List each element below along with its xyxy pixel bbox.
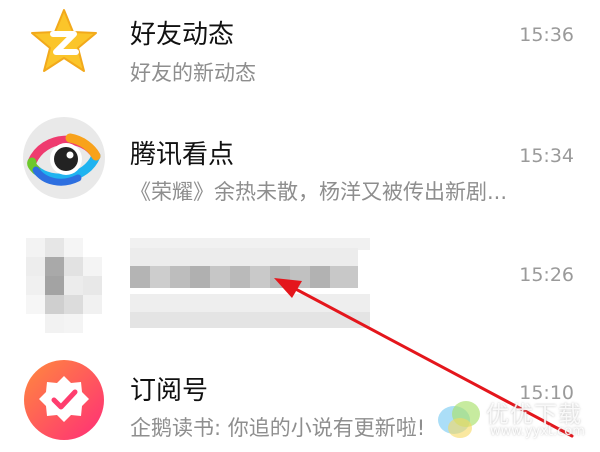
chat-preview: 好友的新动态 [130, 61, 256, 85]
chat-item-tencent-kandian[interactable]: 腾讯看点 《荣耀》余热未散，杨洋又被传出新剧... 15:34 [0, 112, 600, 224]
chat-title: 腾讯看点 [130, 140, 235, 170]
chat-preview: 《荣耀》余热未散，杨洋又被传出新剧... [130, 180, 508, 204]
chat-time: 15:26 [519, 264, 574, 286]
chat-time: 15:34 [519, 145, 574, 167]
chat-time: 15:36 [519, 24, 574, 46]
chat-item-blurred[interactable]: 15:26 [0, 228, 600, 340]
qzone-star-icon [26, 4, 102, 80]
watermark-url: www.yyxt.com [490, 424, 585, 439]
blurred-title [130, 238, 370, 328]
chat-preview: 企鹅读书: 你追的小说有更新啦! [130, 416, 426, 440]
chat-title: 订阅号 [130, 376, 209, 406]
blurred-avatar [26, 238, 102, 334]
chat-item-friend-feed[interactable]: 好友动态 好友的新动态 15:36 [0, 0, 600, 112]
eye-icon [23, 117, 105, 199]
chat-title: 好友动态 [130, 20, 235, 50]
subscription-badge-icon [24, 360, 104, 440]
